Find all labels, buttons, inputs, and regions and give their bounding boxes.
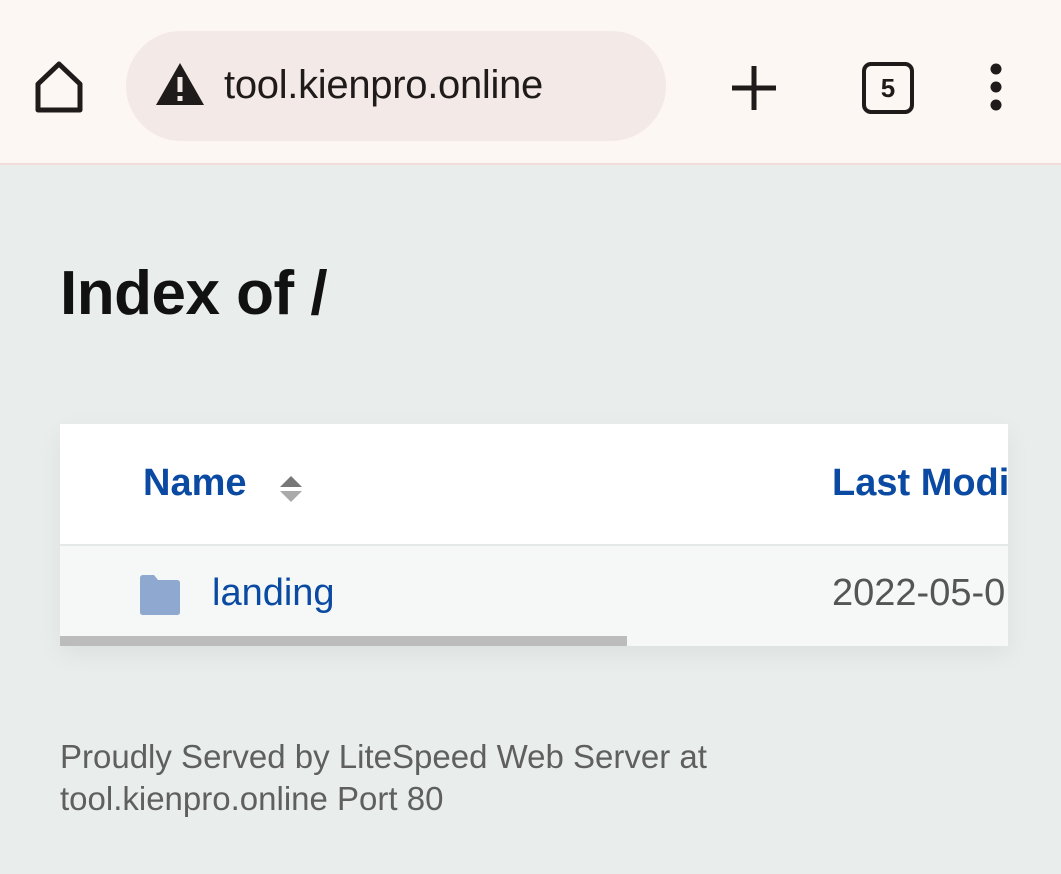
home-icon[interactable]: [30, 58, 88, 116]
column-header-name[interactable]: Name: [143, 462, 247, 505]
column-header-last-modified[interactable]: Last Modif: [832, 462, 1008, 505]
entry-name-link[interactable]: landing: [212, 572, 335, 615]
browser-toolbar: tool.kienpro.online 5: [0, 0, 1061, 165]
server-footer: Proudly Served by LiteSpeed Web Server a…: [60, 736, 780, 820]
url-text[interactable]: tool.kienpro.online: [224, 63, 543, 108]
tab-count: 5: [880, 73, 896, 103]
footer-line-1: Proudly Served by LiteSpeed Web Server a…: [60, 738, 707, 775]
page-title: Index of /: [60, 259, 328, 328]
footer-line-2: tool.kienpro.online Port 80: [60, 780, 444, 817]
sort-icon[interactable]: [279, 474, 303, 504]
file-listing-table: Name Last Modif landing 2022-05-0: [60, 424, 1008, 646]
warning-triangle-icon[interactable]: [154, 61, 206, 107]
vertical-dots-icon[interactable]: [980, 62, 1012, 112]
entry-last-modified: 2022-05-0: [832, 572, 1006, 614]
horizontal-scrollbar[interactable]: [60, 636, 627, 646]
tab-switcher-button[interactable]: 5: [862, 62, 914, 114]
table-header: Name Last Modif: [60, 424, 1008, 546]
address-bar[interactable]: tool.kienpro.online: [126, 31, 666, 141]
folder-icon: [140, 575, 180, 615]
plus-icon[interactable]: [728, 62, 780, 114]
table-row[interactable]: landing 2022-05-0: [60, 546, 1008, 646]
